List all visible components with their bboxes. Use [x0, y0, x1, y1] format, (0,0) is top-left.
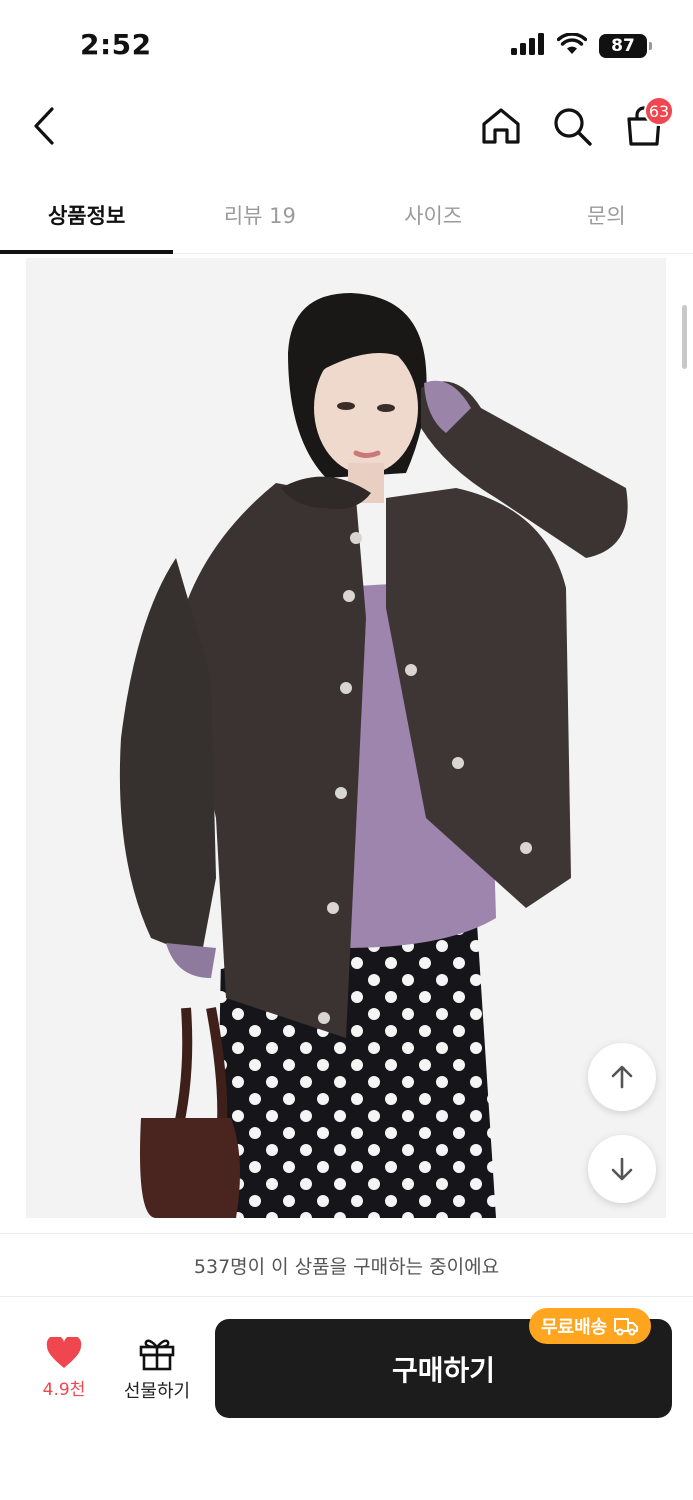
like-count: 4.9천: [42, 1380, 86, 1400]
gift-button[interactable]: 선물하기: [112, 1337, 202, 1403]
gift-icon: [139, 1339, 175, 1371]
search-button[interactable]: [550, 104, 594, 148]
product-tabs: 상품정보 리뷰 19 사이즈 문의: [0, 176, 693, 254]
home-button[interactable]: [479, 104, 523, 148]
bottom-action-bar: 4.9천 선물하기 구매하기 무료배송: [0, 1297, 693, 1500]
status-bar: 2:52 87: [0, 0, 693, 90]
purchase-notice: 537명이 이 상품을 구매하는 중이에요: [0, 1233, 693, 1297]
tab-inquiry[interactable]: 문의: [520, 176, 693, 253]
battery-level: 87: [611, 36, 635, 56]
chevron-left-icon: [34, 107, 54, 145]
status-time: 2:52: [80, 28, 152, 61]
truck-icon: [614, 1318, 639, 1336]
wifi-icon: [556, 32, 588, 59]
scrollbar[interactable]: [682, 305, 687, 369]
signal-icon: [511, 33, 545, 59]
scroll-down-button[interactable]: [588, 1135, 656, 1203]
like-button[interactable]: 4.9천: [28, 1337, 100, 1400]
arrow-up-icon: [611, 1065, 633, 1089]
tab-product-info[interactable]: 상품정보: [0, 176, 174, 254]
scroll-up-button[interactable]: [588, 1043, 656, 1111]
search-icon: [554, 108, 592, 146]
product-image: [26, 258, 666, 1218]
heart-icon: [46, 1337, 82, 1368]
arrow-down-icon: [611, 1157, 633, 1181]
tab-size[interactable]: 사이즈: [347, 176, 520, 253]
back-button[interactable]: [22, 104, 66, 148]
model-illustration: [119, 293, 628, 1218]
status-icons: 87: [511, 32, 652, 59]
gift-label: 선물하기: [123, 1381, 191, 1402]
cart-button[interactable]: 63: [622, 96, 674, 148]
battery-icon: 87: [599, 34, 652, 58]
nav-bar: 63: [0, 90, 693, 172]
tab-reviews[interactable]: 리뷰 19: [173, 176, 346, 253]
home-icon: [482, 108, 520, 144]
cart-count-badge: 63: [644, 96, 674, 126]
free-shipping-label: 무료배송: [541, 1317, 608, 1338]
free-shipping-badge: 무료배송: [529, 1308, 652, 1344]
